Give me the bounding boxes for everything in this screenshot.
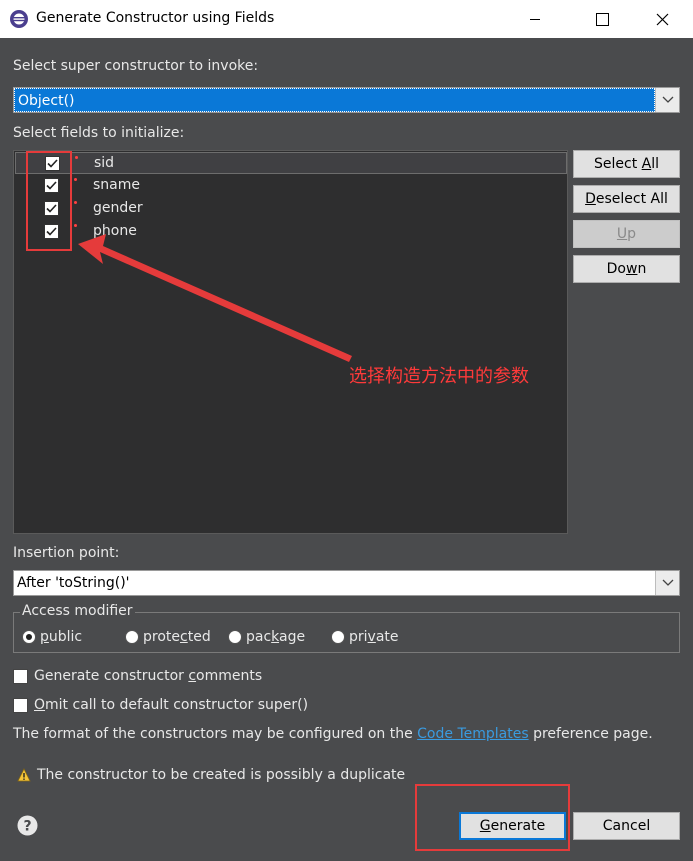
omit-super-call-label: Omit call to default constructor super() (34, 697, 309, 713)
templates-info-prefix: The format of the constructors may be co… (13, 726, 418, 742)
annotation-generate-highlight (415, 784, 570, 851)
radio-label: protected (143, 629, 211, 645)
templates-info-text: The format of the constructors may be co… (13, 726, 653, 742)
access-radio-private[interactable]: private (331, 626, 399, 648)
cancel-button[interactable]: Cancel (573, 812, 680, 840)
access-modifier-legend: Access modifier (20, 603, 135, 619)
insertion-point-dropdown-arrow[interactable] (655, 571, 679, 595)
annotation-text: 选择构造方法中的参数 (349, 366, 529, 387)
help-icon[interactable]: ? (17, 815, 38, 836)
generate-comments-label: Generate constructor comments (34, 668, 263, 684)
checkbox-box[interactable] (13, 668, 28, 684)
templates-info-suffix: preference page. (528, 726, 653, 742)
omit-super-call-checkbox[interactable]: Omit call to default constructor super() (13, 695, 308, 715)
insertion-point-select[interactable]: After 'toString()' (13, 570, 680, 596)
access-radio-package[interactable]: package (228, 626, 305, 648)
duplicate-warning-text: The constructor to be created is possibl… (37, 767, 406, 783)
checkbox-box[interactable] (13, 697, 28, 713)
radio-circle[interactable] (22, 630, 36, 644)
radio-label: public (40, 629, 83, 645)
radio-label: package (246, 629, 306, 645)
insertion-point-value: After 'toString()' (17, 575, 130, 591)
warning-icon (17, 768, 31, 782)
chevron-down-icon (662, 579, 673, 586)
code-templates-link[interactable]: Code Templates (417, 726, 528, 742)
radio-circle[interactable] (228, 630, 242, 644)
access-radio-public[interactable]: public (22, 626, 82, 648)
insertion-point-label: Insertion point: (13, 545, 120, 561)
access-radio-protected[interactable]: protected (125, 626, 211, 648)
generate-comments-checkbox[interactable]: Generate constructor comments (13, 666, 262, 686)
radio-circle[interactable] (125, 630, 139, 644)
radio-circle[interactable] (331, 630, 345, 644)
svg-text:?: ? (23, 819, 31, 835)
radio-label: private (349, 629, 399, 645)
